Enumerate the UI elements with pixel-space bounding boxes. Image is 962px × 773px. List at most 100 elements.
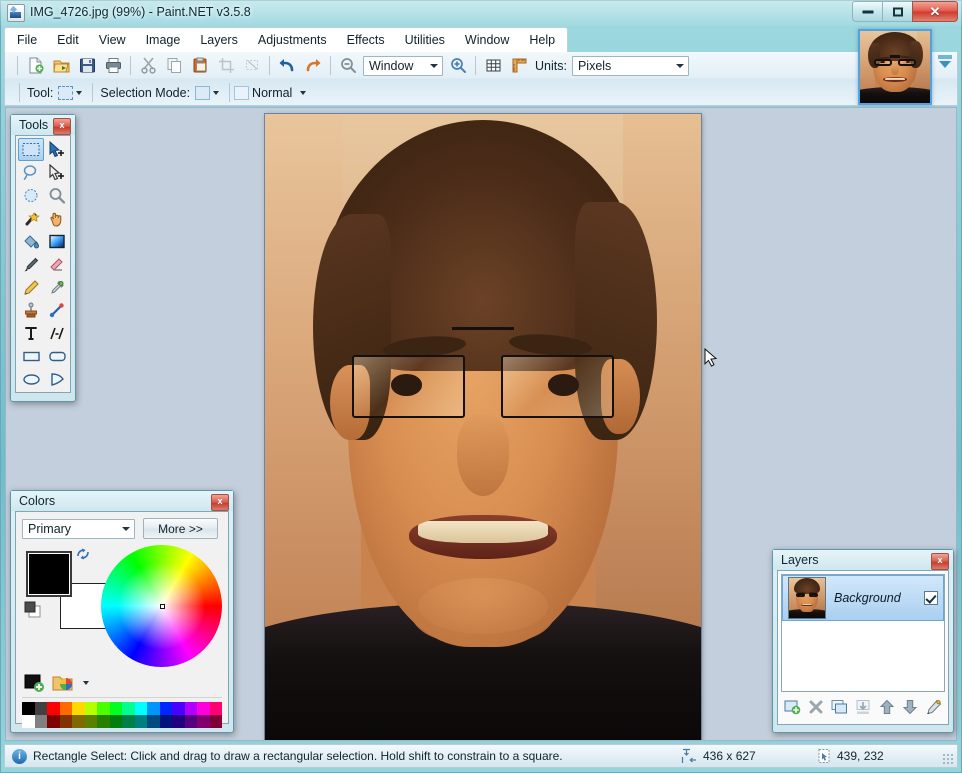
palette-swatch[interactable]: [122, 702, 135, 715]
tool-paintbrush[interactable]: [18, 253, 44, 276]
move-layer-up-icon[interactable]: [876, 697, 897, 717]
chevron-down-icon[interactable]: [76, 90, 83, 95]
palette-swatch[interactable]: [97, 702, 110, 715]
tool-pencil[interactable]: [18, 276, 44, 299]
palette-swatch[interactable]: [84, 702, 97, 715]
more-button[interactable]: More >>: [143, 518, 218, 539]
palette-swatch[interactable]: [184, 715, 197, 728]
tool-paint-bucket[interactable]: [18, 230, 44, 253]
delete-layer-icon[interactable]: [806, 697, 827, 717]
tool-color-picker[interactable]: [44, 276, 70, 299]
merge-layer-down-icon[interactable]: [853, 697, 874, 717]
palette-swatch[interactable]: [59, 715, 72, 728]
swap-colors-icon[interactable]: [76, 547, 90, 561]
layers-palette-title[interactable]: Layers x: [773, 550, 953, 570]
palette-swatch[interactable]: [59, 702, 72, 715]
palette-swatch[interactable]: [159, 702, 172, 715]
cut-icon[interactable]: [136, 54, 160, 77]
palette-swatch[interactable]: [209, 702, 222, 715]
palette-swatch[interactable]: [172, 702, 185, 715]
palette-swatch[interactable]: [134, 702, 147, 715]
image-thumbnail-IMG_4726[interactable]: [858, 29, 932, 105]
save-icon[interactable]: [75, 54, 99, 77]
duplicate-layer-icon[interactable]: [829, 697, 850, 717]
open-palette-icon[interactable]: [52, 673, 74, 693]
thumbnail-dropdown-icon[interactable]: [938, 49, 952, 87]
tool-zoom[interactable]: [44, 184, 70, 207]
copy-icon[interactable]: [162, 54, 186, 77]
primary-color-swatch[interactable]: [26, 551, 72, 597]
palette-swatch[interactable]: [47, 715, 60, 728]
menu-item-window[interactable]: Window: [455, 29, 519, 52]
chevron-down-icon[interactable]: [213, 90, 220, 95]
tool-move-selected[interactable]: [44, 138, 70, 161]
resize-grip[interactable]: [942, 753, 954, 765]
menu-item-utilities[interactable]: Utilities: [395, 29, 455, 52]
zoom-out-icon[interactable]: [336, 54, 360, 77]
tool-rounded-rectangle[interactable]: [44, 345, 70, 368]
maximize-button[interactable]: [882, 1, 912, 22]
units-combo[interactable]: Pixels: [571, 55, 689, 76]
menu-item-view[interactable]: View: [89, 29, 136, 52]
palette-swatch[interactable]: [147, 702, 160, 715]
menu-item-file[interactable]: File: [7, 29, 47, 52]
tool-ellipse-shape[interactable]: [18, 368, 44, 391]
deselect-icon[interactable]: [240, 54, 264, 77]
palette-swatch[interactable]: [147, 715, 160, 728]
palette-swatch[interactable]: [109, 702, 122, 715]
tool-move-selection[interactable]: [44, 161, 70, 184]
tool-rectangle-shape[interactable]: [18, 345, 44, 368]
palette-swatch[interactable]: [197, 715, 210, 728]
image-canvas[interactable]: [265, 114, 701, 740]
palette-swatch[interactable]: [22, 702, 35, 715]
tool-gradient[interactable]: [44, 230, 70, 253]
menu-item-layers[interactable]: Layers: [190, 29, 248, 52]
rulers-icon[interactable]: [507, 54, 531, 77]
add-layer-icon[interactable]: [782, 697, 803, 717]
grid-icon[interactable]: [481, 54, 505, 77]
zoom-level-combo[interactable]: Window: [363, 55, 443, 76]
open-icon[interactable]: [49, 54, 73, 77]
move-layer-down-icon[interactable]: [900, 697, 921, 717]
layer-list[interactable]: Background: [781, 574, 945, 692]
colors-palette-title[interactable]: Colors x: [11, 491, 233, 511]
close-icon[interactable]: x: [53, 118, 71, 135]
tools-palette-title[interactable]: Tools x: [11, 115, 75, 135]
color-mode-combo[interactable]: Primary: [22, 518, 135, 539]
palette-swatch[interactable]: [197, 702, 210, 715]
reset-colors-icon[interactable]: [24, 601, 42, 619]
menu-item-help[interactable]: Help: [519, 29, 565, 52]
tool-magic-wand[interactable]: [18, 207, 44, 230]
palette-swatch[interactable]: [72, 702, 85, 715]
menu-item-image[interactable]: Image: [136, 29, 191, 52]
title-bar[interactable]: IMG_4726.jpg (99%) - Paint.NET v3.5.8 ✕: [0, 0, 962, 24]
palette-swatch[interactable]: [159, 715, 172, 728]
palette-swatch[interactable]: [109, 715, 122, 728]
palette-swatch[interactable]: [22, 715, 35, 728]
tool-rectangle-select[interactable]: [18, 138, 44, 161]
print-icon[interactable]: [101, 54, 125, 77]
minimize-button[interactable]: [852, 1, 882, 22]
layer-properties-icon[interactable]: [923, 697, 944, 717]
palette-swatch[interactable]: [34, 715, 47, 728]
palette-swatch[interactable]: [84, 715, 97, 728]
redo-icon[interactable]: [301, 54, 325, 77]
add-color-to-palette-icon[interactable]: [24, 673, 46, 693]
palette-swatch[interactable]: [97, 715, 110, 728]
tool-text[interactable]: [18, 322, 44, 345]
close-icon[interactable]: x: [211, 494, 229, 511]
palette-swatch[interactable]: [134, 715, 147, 728]
layer-row-background[interactable]: Background: [782, 575, 944, 621]
color-wheel[interactable]: [101, 545, 222, 667]
palette-swatch[interactable]: [172, 715, 185, 728]
palette-swatch[interactable]: [47, 702, 60, 715]
palette-swatch[interactable]: [34, 702, 47, 715]
close-icon[interactable]: x: [931, 553, 949, 570]
palette-swatch[interactable]: [209, 715, 222, 728]
tool-line-curve[interactable]: [44, 322, 70, 345]
tool-clone-stamp[interactable]: [18, 299, 44, 322]
blend-mode-icon[interactable]: [234, 85, 250, 100]
tool-freeform-shape[interactable]: [44, 368, 70, 391]
close-button[interactable]: ✕: [912, 1, 958, 22]
chevron-down-icon[interactable]: [300, 90, 307, 95]
